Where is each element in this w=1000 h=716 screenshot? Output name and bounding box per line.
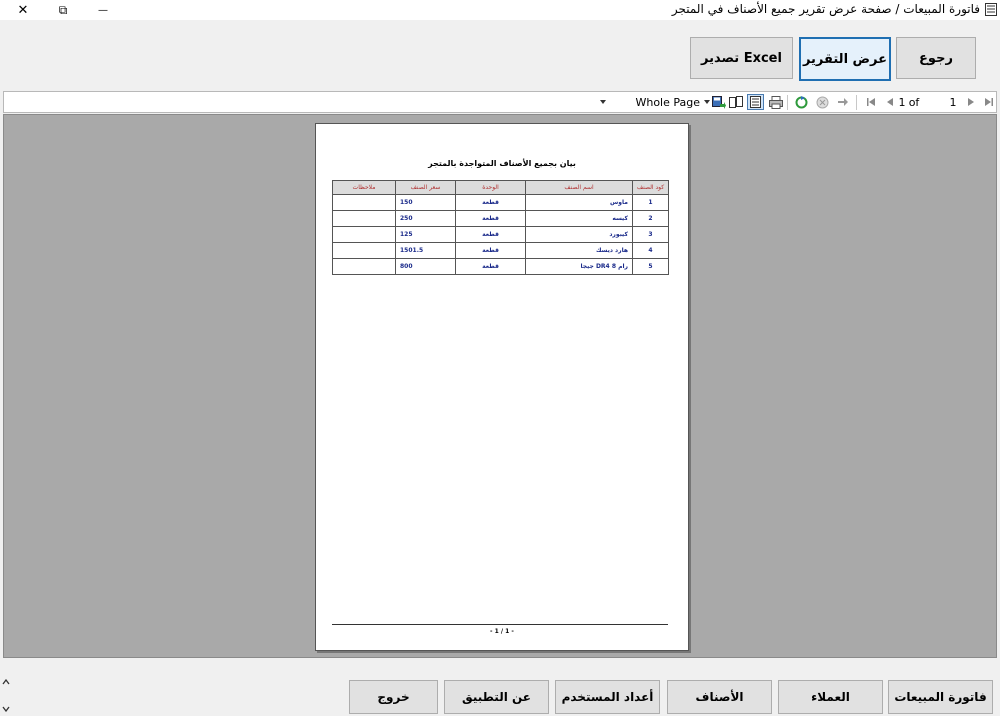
- item-notes-cell: [332, 226, 396, 243]
- scroll-down-icon[interactable]: [2, 702, 10, 715]
- back-button[interactable]: رجوع: [896, 37, 976, 79]
- item-name-cell: كيبورد: [525, 226, 633, 243]
- refresh-icon[interactable]: [793, 94, 809, 110]
- first-page-icon[interactable]: [865, 94, 877, 110]
- column-header: سعر الصنف: [395, 180, 456, 195]
- export-excel-button[interactable]: تصدير Excel: [690, 37, 793, 79]
- item-price-cell: 150: [395, 194, 456, 211]
- chevron-down-icon: [600, 100, 606, 104]
- title-bar: ✕ ⧉ — فاتورة المبيعات / صفحة عرض تقرير ج…: [0, 0, 1000, 20]
- report-page: بيان بجميع الأصناف المتواجدة بالمتجر كود…: [315, 123, 689, 651]
- scroll-up-icon[interactable]: [2, 675, 10, 688]
- item-name-cell: هارد ديسك: [525, 242, 633, 259]
- item-name-cell: كيسه: [525, 210, 633, 227]
- column-header: ملاحظات: [332, 180, 396, 195]
- previous-page-icon[interactable]: [884, 94, 896, 110]
- sales-invoice-button[interactable]: فاتورة المبيعات: [888, 680, 993, 714]
- item-notes-cell: [332, 194, 396, 211]
- user-settings-button[interactable]: أعداد المستخدم: [555, 680, 660, 714]
- table-row: 3 كيبورد قطعة 125: [332, 226, 669, 243]
- item-price-cell: 250: [395, 210, 456, 227]
- report-page-number: - 1 / 1 -: [490, 628, 514, 635]
- last-page-icon[interactable]: [983, 94, 995, 110]
- report-header-row: كود الصنف اسم الصنف الوحدة سعر الصنف ملا…: [332, 180, 669, 195]
- table-row: 4 هارد ديسك قطعة 1501.5: [332, 242, 669, 259]
- show-report-button[interactable]: عرض التقرير: [799, 37, 891, 81]
- report-footer-divider: [332, 624, 668, 625]
- print-icon[interactable]: [768, 94, 784, 110]
- page-setup-icon[interactable]: [728, 94, 744, 110]
- items-button[interactable]: الأصناف: [667, 680, 772, 714]
- item-price-cell: 125: [395, 226, 456, 243]
- back-arrow-icon[interactable]: [836, 94, 850, 110]
- exit-button[interactable]: خروج: [349, 680, 438, 714]
- item-name-cell: ماوس: [525, 194, 633, 211]
- item-price-cell: 800: [395, 258, 456, 275]
- item-code-cell: 5: [632, 258, 669, 275]
- item-notes-cell: [332, 258, 396, 275]
- export-dropdown-icon[interactable]: [703, 94, 711, 110]
- about-button[interactable]: عن التطبيق: [444, 680, 549, 714]
- item-notes-cell: [332, 210, 396, 227]
- item-unit-cell: قطعة: [455, 242, 526, 259]
- item-unit-cell: قطعة: [455, 258, 526, 275]
- report-toolbar: 1 of 1 Whole Page: [3, 91, 997, 113]
- zoom-value: Whole Page: [635, 95, 700, 109]
- of-label: of: [908, 95, 920, 109]
- table-row: 2 كيسه قطعة 250: [332, 210, 669, 227]
- current-page-input[interactable]: 1: [896, 94, 908, 110]
- toolbar-separator: [787, 95, 788, 110]
- toolbar-separator: [856, 95, 857, 110]
- minimize-icon[interactable]: —: [88, 0, 118, 20]
- report-title: بيان بجميع الأصناف المتواجدة بالمتجر: [428, 159, 576, 168]
- print-layout-icon[interactable]: [747, 94, 764, 110]
- stop-icon[interactable]: [814, 94, 830, 110]
- item-code-cell: 2: [632, 210, 669, 227]
- app-icon: [985, 3, 997, 16]
- report-viewer[interactable]: بيان بجميع الأصناف المتواجدة بالمتجر كود…: [3, 114, 997, 658]
- item-unit-cell: قطعة: [455, 210, 526, 227]
- close-icon[interactable]: ✕: [8, 0, 38, 20]
- item-code-cell: 4: [632, 242, 669, 259]
- zoom-select[interactable]: Whole Page: [600, 94, 700, 110]
- column-header: كود الصنف: [632, 180, 669, 195]
- next-page-icon[interactable]: [965, 94, 977, 110]
- total-pages: 1: [949, 95, 957, 109]
- item-unit-cell: قطعة: [455, 194, 526, 211]
- customers-button[interactable]: العملاء: [778, 680, 883, 714]
- restore-icon[interactable]: ⧉: [48, 0, 78, 20]
- item-price-cell: 1501.5: [395, 242, 456, 259]
- table-row: 1 ماوس قطعة 150: [332, 194, 669, 211]
- item-name-cell: رام DR4 8 جيجا: [525, 258, 633, 275]
- item-code-cell: 1: [632, 194, 669, 211]
- window-title: فاتورة المبيعات / صفحة عرض تقرير جميع ال…: [671, 2, 980, 16]
- column-header: الوحدة: [455, 180, 526, 195]
- export-icon[interactable]: [711, 94, 727, 110]
- table-row: 5 رام DR4 8 جيجا قطعة 800: [332, 258, 669, 275]
- report-table: كود الصنف اسم الصنف الوحدة سعر الصنف ملا…: [332, 180, 669, 275]
- item-unit-cell: قطعة: [455, 226, 526, 243]
- column-header: اسم الصنف: [525, 180, 633, 195]
- item-code-cell: 3: [632, 226, 669, 243]
- item-notes-cell: [332, 242, 396, 259]
